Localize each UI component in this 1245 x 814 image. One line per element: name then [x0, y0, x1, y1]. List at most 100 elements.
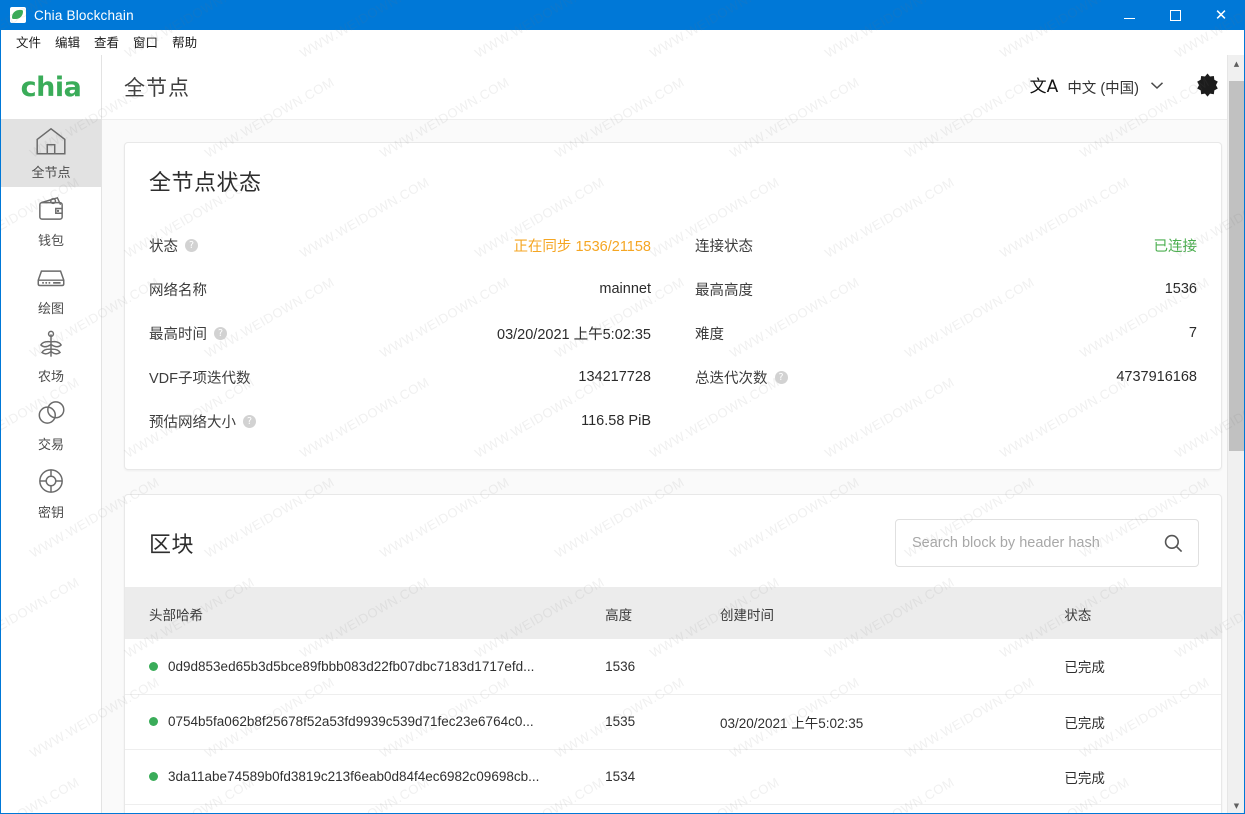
sidebar-item-trade[interactable]: 交易 — [1, 391, 101, 459]
hash-cell: 0d9d853ed65b3d5bce89fbbb083d22fb07dbc718… — [125, 659, 605, 674]
sidebar-label-plot: 绘图 — [37, 301, 64, 316]
cell-height: 1534 — [605, 749, 720, 805]
full-node-status-card: 全节点状态 状态 ? 正在同步 1536/21158 连接状态 已连接 网络名称… — [124, 142, 1222, 470]
column-header-state: 状态 — [1064, 587, 1221, 639]
cell-created-time — [719, 804, 1065, 813]
chia-logo-text: chia — [20, 71, 82, 103]
sidebar-label-wallet: 钱包 — [37, 233, 64, 248]
language-label: 中文 (中国) — [1067, 80, 1139, 97]
sidebar: chia 全节点 钱包 绘图 农场 交易 密钥 — [1, 55, 102, 813]
table-row[interactable]: 0d9d853ed65b3d5bce89fbbb083d22fb07dbc718… — [125, 639, 1221, 695]
menu-item-help[interactable]: 帮助 — [165, 32, 204, 54]
scroll-down-arrow-icon[interactable]: ▼ — [1228, 797, 1244, 813]
sidebar-item-full-node[interactable]: 全节点 — [1, 119, 101, 187]
top-bar: 全节点 文A 中文 (中国) — [102, 55, 1244, 120]
status-row-peak-time: 最高时间 ? 03/20/2021 上午5:02:35 — [149, 311, 651, 355]
minimize-icon — [1123, 17, 1135, 19]
status-label-vdf-sub-slot-iters: VDF子项迭代数 — [149, 370, 251, 387]
status-dot-icon — [149, 772, 158, 781]
dark-mode-toggle-button[interactable] — [1192, 72, 1222, 102]
status-label-state: 状态 ? — [149, 235, 198, 256]
menu-item-file[interactable]: 文件 — [9, 32, 48, 54]
table-header-row: 头部哈希 高度 创建时间 状态 — [125, 587, 1221, 639]
help-icon[interactable]: ? — [774, 370, 788, 384]
cell-header-hash: 4c9d6f45109fb1f6fb2018a32911d4d7c8fe8096… — [125, 804, 606, 813]
window-title: Chia Blockchain — [34, 7, 134, 23]
menu-item-view[interactable]: 查看 — [87, 32, 126, 54]
status-row-connection: 连接状态 已连接 — [695, 223, 1197, 267]
status-row-estimated-network-space: 预估网络大小 ? 116.58 PiB — [149, 399, 651, 443]
block-search-box[interactable] — [895, 519, 1199, 567]
status-label-total-iterations: 总迭代次数 ? — [695, 367, 788, 388]
column-header-header-hash: 头部哈希 — [125, 587, 606, 639]
cell-created-time: 03/20/2021 上午5:02:35 — [719, 694, 1065, 750]
cell-state: 已完成 — [1064, 694, 1221, 750]
content-scroll-area: 全节点状态 状态 ? 正在同步 1536/21158 连接状态 已连接 网络名称… — [102, 120, 1244, 813]
page-title: 全节点 — [124, 77, 190, 100]
hash-text: 3da11abe74589b0fd3819c213f6eab0d84f4ec69… — [168, 769, 540, 784]
status-value-peak-time: 03/20/2021 上午5:02:35 — [497, 326, 651, 343]
menu-item-edit[interactable]: 编辑 — [48, 32, 87, 54]
status-row-peak-height: 最高高度 1536 — [695, 267, 1197, 311]
chia-leaf-icon — [10, 7, 26, 23]
brightness-dark-icon — [1195, 72, 1220, 102]
help-icon[interactable]: ? — [214, 326, 227, 340]
cell-height: 1535 — [605, 694, 720, 750]
minimize-button[interactable] — [1106, 0, 1152, 30]
column-header-created-time: 创建时间 — [719, 587, 1065, 639]
status-row-state: 状态 ? 正在同步 1536/21158 — [149, 223, 651, 267]
maximize-icon — [1169, 9, 1181, 21]
scrollbar-thumb[interactable] — [1229, 81, 1244, 451]
language-selector[interactable]: 文A 中文 (中国) — [1024, 73, 1170, 102]
keys-lifering-icon — [34, 465, 68, 497]
trade-circles-icon — [34, 397, 68, 429]
vertical-scrollbar[interactable]: ▲ ▼ — [1227, 55, 1244, 813]
status-row-empty — [695, 399, 1197, 443]
app-window: Chia Blockchain ✕ 文件 编辑 查看 窗口 帮助 chia 全节… — [0, 0, 1245, 814]
blocks-table: 头部哈希 高度 创建时间 状态 0d9d853ed65b3d5bce89fbbb… — [125, 587, 1221, 813]
table-row[interactable]: 3da11abe74589b0fd3819c213f6eab0d84f4ec69… — [125, 749, 1221, 805]
blocks-card: 区块 Search block by header hash 头部哈希 高度 创… — [124, 494, 1222, 813]
cell-height: 1533 — [605, 804, 720, 813]
status-label-estimated-network-space: 预估网络大小 ? — [149, 411, 256, 432]
menu-item-window[interactable]: 窗口 — [126, 32, 165, 54]
cell-created-time — [719, 749, 1065, 805]
sidebar-item-plot[interactable]: 绘图 — [1, 255, 101, 323]
cell-created-time — [719, 639, 1065, 695]
sidebar-label-farm: 农场 — [37, 369, 64, 384]
help-icon[interactable]: ? — [185, 238, 198, 252]
status-grid: 状态 ? 正在同步 1536/21158 连接状态 已连接 网络名称 mainn… — [149, 223, 1197, 443]
help-icon[interactable]: ? — [243, 414, 256, 428]
search-input[interactable] — [912, 535, 1163, 551]
status-value-vdf-sub-slot-iters: 134217728 — [578, 369, 651, 385]
scroll-up-arrow-icon[interactable]: ▲ — [1228, 55, 1244, 72]
table-row[interactable]: 0754b5fa062b8f25678f52a53fd9939c539d71fe… — [125, 694, 1221, 750]
status-label-difficulty: 难度 — [695, 326, 724, 343]
cell-state: 已完成 — [1064, 749, 1221, 805]
close-icon: ✕ — [1214, 5, 1228, 24]
column-header-height: 高度 — [605, 587, 720, 639]
blocks-table-head: 头部哈希 高度 创建时间 状态 — [125, 587, 1221, 639]
farm-plant-icon — [34, 329, 68, 361]
sidebar-item-wallet[interactable]: 钱包 — [1, 187, 101, 255]
status-label-network-name: 网络名称 — [149, 282, 207, 299]
chia-logo: chia — [1, 55, 101, 119]
cell-header-hash: 0754b5fa062b8f25678f52a53fd9939c539d71fe… — [125, 694, 606, 750]
blocks-header: 区块 — [125, 495, 1221, 587]
status-value-state: 正在同步 1536/21158 — [513, 238, 651, 255]
wallet-icon — [34, 193, 68, 225]
close-button[interactable]: ✕ — [1198, 0, 1244, 30]
hash-cell: 3da11abe74589b0fd3819c213f6eab0d84f4ec69… — [125, 769, 605, 784]
maximize-button[interactable] — [1152, 0, 1198, 30]
status-card-title: 全节点状态 — [149, 170, 262, 195]
sidebar-item-farm[interactable]: 农场 — [1, 323, 101, 391]
status-dot-icon — [149, 717, 158, 726]
sidebar-item-keys[interactable]: 密钥 — [1, 459, 101, 527]
window-titlebar: Chia Blockchain ✕ — [1, 0, 1244, 30]
search-icon[interactable] — [1163, 533, 1184, 554]
table-row[interactable]: 4c9d6f45109fb1f6fb2018a32911d4d7c8fe8096… — [125, 804, 1221, 813]
plot-icon — [34, 261, 68, 293]
cell-state: 已完成 — [1064, 804, 1221, 813]
hash-text: 0754b5fa062b8f25678f52a53fd9939c539d71fe… — [168, 714, 534, 729]
status-value-difficulty: 7 — [1188, 325, 1197, 341]
